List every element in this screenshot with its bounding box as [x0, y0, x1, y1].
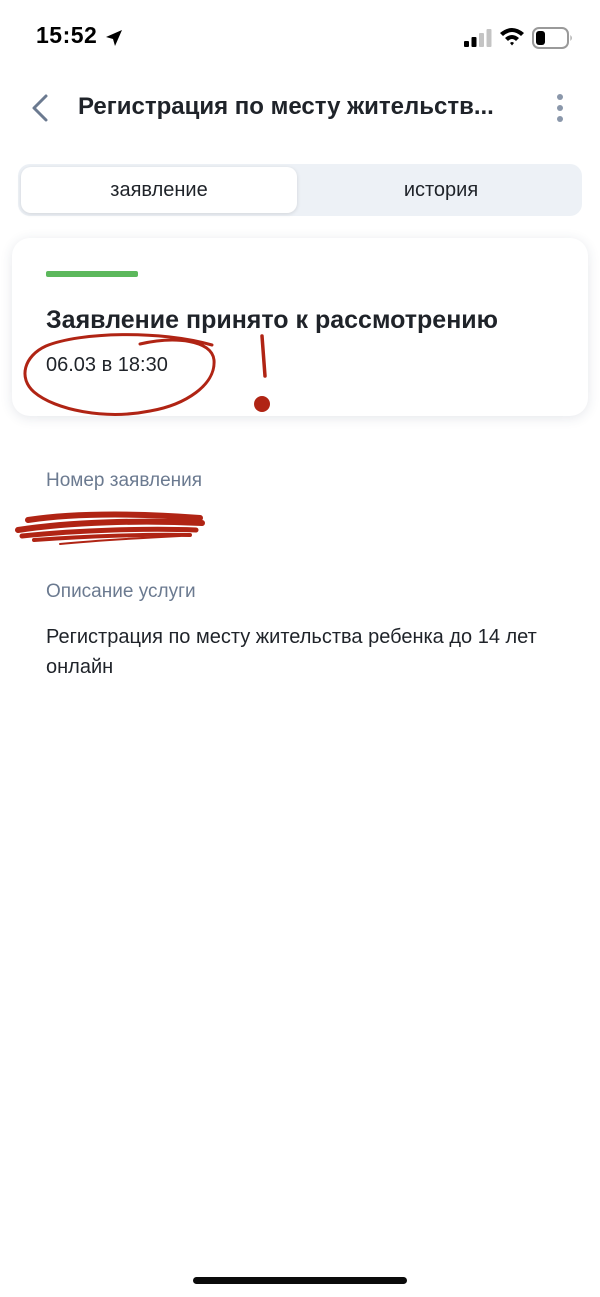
status-time: 15:52: [36, 22, 98, 48]
home-indicator: [193, 1277, 407, 1284]
status-bar: 15:52: [0, 0, 600, 76]
tab-history[interactable]: история: [303, 167, 579, 213]
tab-application[interactable]: заявление: [21, 167, 297, 213]
more-options-button[interactable]: [548, 90, 572, 126]
back-button[interactable]: [24, 90, 60, 126]
location-arrow-icon: [106, 30, 122, 46]
annotation-redaction-scribble: [15, 511, 205, 545]
service-description-value: Регистрация по месту жительства ребенка …: [46, 626, 537, 678]
cellular-signal-icon: [464, 29, 492, 47]
wifi-icon: [500, 28, 524, 46]
status-card: Заявление принято к рассмотрению 06.03 в…: [12, 238, 588, 416]
service-description-label: Описание услуги: [46, 581, 196, 602]
navigation-bar: Регистрация по месту жительств...: [0, 76, 600, 140]
status-progress-bar: [46, 271, 138, 277]
application-number-label: Номер заявления: [46, 470, 203, 491]
status-title: Заявление принято к рассмотрению: [46, 306, 499, 334]
chevron-left-icon: [32, 94, 48, 122]
page-title: Регистрация по месту жительств...: [78, 93, 494, 120]
status-date: 06.03 в 18:30: [46, 354, 168, 376]
segmented-control: заявление история: [18, 164, 582, 216]
vertical-dots-icon: [557, 94, 563, 122]
battery-icon: [532, 27, 572, 49]
